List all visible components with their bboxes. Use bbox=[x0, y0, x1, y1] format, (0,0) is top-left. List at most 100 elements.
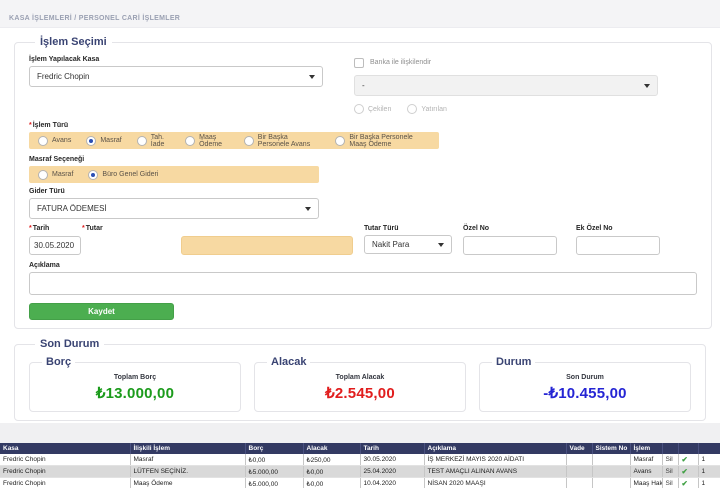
masraf-secenegi-radio-group: Masraf Büro Genel Gideri bbox=[29, 166, 319, 183]
table-row: Fredric Chopin Masraf ₺0,00 ₺250,00 30.0… bbox=[0, 454, 720, 466]
header-islem[interactable]: İşlem bbox=[630, 443, 662, 454]
toplam-borc-label: Toplam Borç bbox=[38, 374, 232, 381]
header-sistem-no[interactable]: Sistem No bbox=[592, 443, 630, 454]
chevron-down-icon bbox=[438, 243, 444, 247]
radio-cekilen[interactable]: Çekilen bbox=[354, 104, 391, 114]
header-borc[interactable]: Borç bbox=[245, 443, 303, 454]
radio-masraf[interactable]: Masraf bbox=[86, 136, 121, 146]
table-header-row: Kasa İlişkili İşlem Borç Alacak Tarih Aç… bbox=[0, 443, 720, 454]
radio-icon bbox=[137, 136, 147, 146]
ek-ozel-no-field: Ek Özel No bbox=[576, 225, 660, 255]
borc-card: Borç Toplam Borç ₺13.000,00 bbox=[29, 356, 241, 412]
delete-link[interactable]: Sil bbox=[662, 454, 678, 466]
ozel-no-input[interactable] bbox=[463, 236, 557, 255]
radio-buro-genel-gideri[interactable]: Büro Genel Gideri bbox=[88, 170, 158, 180]
chevron-down-icon bbox=[305, 207, 311, 211]
tarih-field: *Tarih bbox=[29, 225, 81, 255]
radio-yatirilan-label: Yatırılan bbox=[421, 106, 447, 113]
toplam-alacak-label: Toplam Alacak bbox=[263, 374, 457, 381]
banka-checkbox[interactable] bbox=[354, 58, 364, 68]
radio-icon bbox=[244, 136, 254, 146]
header-iliskili-islem[interactable]: İlişkili İşlem bbox=[130, 443, 245, 454]
header-aciklama[interactable]: Açıklama bbox=[424, 443, 566, 454]
header-vade[interactable]: Vade bbox=[566, 443, 592, 454]
banka-checkbox-row[interactable]: Banka ile ilişkilendir bbox=[354, 56, 658, 69]
aciklama-label: Açıklama bbox=[29, 262, 697, 269]
table-row: Fredric Chopin Maaş Ödeme ₺5.000,00 ₺0,0… bbox=[0, 478, 720, 488]
cell-alacak: ₺0,00 bbox=[303, 478, 360, 488]
delete-link[interactable]: Sil bbox=[662, 478, 678, 488]
son-durum-value: -₺10.455,00 bbox=[488, 384, 682, 402]
save-button[interactable]: Kaydet bbox=[29, 303, 174, 320]
radio-baska-personele-avans[interactable]: Bir Başka Personele Avans bbox=[244, 134, 321, 148]
header-tarih[interactable]: Tarih bbox=[360, 443, 424, 454]
tutar-input[interactable] bbox=[181, 236, 353, 255]
ek-ozel-no-input[interactable] bbox=[576, 236, 660, 255]
ozel-no-field: Özel No bbox=[463, 225, 557, 255]
kasa-select[interactable]: Fredric Chopin bbox=[29, 66, 323, 87]
islem-turu-radio-group: Avans Masraf Tah. İade Maaş Ödeme Bir Ba… bbox=[29, 132, 439, 149]
gider-turu-value: FATURA ÖDEMESİ bbox=[37, 204, 107, 213]
masraf-secenegi-label: Masraf Seçeneği bbox=[29, 156, 697, 163]
delete-link[interactable]: Sil bbox=[662, 466, 678, 478]
toplam-borc-value: ₺13.000,00 bbox=[38, 384, 232, 402]
table-row: Fredric Chopin LÜTFEN SEÇİNİZ. ₺5.000,00… bbox=[0, 466, 720, 478]
durum-card-title: Durum bbox=[492, 356, 535, 368]
alacak-card-title: Alacak bbox=[267, 356, 310, 368]
son-durum-label: Son Durum bbox=[488, 374, 682, 381]
cell-kasa: Fredric Chopin bbox=[0, 478, 130, 488]
cell-extra: 1 bbox=[698, 478, 720, 488]
tarih-input[interactable] bbox=[29, 236, 81, 255]
cell-islem: Masraf bbox=[630, 454, 662, 466]
radio-cekilen-label: Çekilen bbox=[368, 106, 391, 113]
tutar-turu-label: Tutar Türü bbox=[364, 225, 452, 232]
radio-selected-icon bbox=[88, 170, 98, 180]
islem-secimi-title: İşlem Seçimi bbox=[35, 36, 112, 48]
kasa-label: İşlem Yapılacak Kasa bbox=[29, 56, 323, 63]
radio-yatirilan[interactable]: Yatırılan bbox=[407, 104, 447, 114]
radio-masraf-option[interactable]: Masraf bbox=[38, 170, 73, 180]
islem-turu-label: *İşlem Türü bbox=[29, 122, 697, 129]
header-alacak[interactable]: Alacak bbox=[303, 443, 360, 454]
banka-checkbox-label: Banka ile ilişkilendir bbox=[370, 59, 431, 66]
radio-icon bbox=[38, 136, 48, 146]
islem-secimi-section: İşlem Seçimi İşlem Yapılacak Kasa Fredri… bbox=[14, 36, 712, 329]
radio-selected-icon bbox=[86, 136, 96, 146]
banka-select-value: - bbox=[362, 81, 365, 90]
check-icon[interactable]: ✔ bbox=[682, 455, 688, 464]
check-icon[interactable]: ✔ bbox=[682, 479, 688, 488]
check-icon[interactable]: ✔ bbox=[682, 467, 688, 476]
cell-sistem-no bbox=[592, 466, 630, 478]
radio-icon bbox=[335, 136, 345, 146]
banka-select[interactable]: - bbox=[354, 75, 658, 96]
cell-borc: ₺5.000,00 bbox=[245, 466, 303, 478]
radio-baska-personele-maas[interactable]: Bir Başka Personele Maaş Ödeme bbox=[335, 134, 430, 148]
cell-tarih: 10.04.2020 bbox=[360, 478, 424, 488]
header-extra bbox=[698, 443, 720, 454]
cell-alacak: ₺0,00 bbox=[303, 466, 360, 478]
radio-tah-iade[interactable]: Tah. İade bbox=[137, 134, 170, 148]
breadcrumb: KASA İŞLEMLERİ / PERSONEL CARİ İŞLEMLER bbox=[9, 15, 180, 22]
radio-maas-odeme[interactable]: Maaş Ödeme bbox=[185, 134, 229, 148]
cell-borc: ₺5.000,00 bbox=[245, 478, 303, 488]
cell-alacak: ₺250,00 bbox=[303, 454, 360, 466]
toplam-alacak-value: ₺2.545,00 bbox=[263, 384, 457, 402]
cell-iliskili-islem: Masraf bbox=[130, 454, 245, 466]
cell-aciklama: NİSAN 2020 MAAŞI bbox=[424, 478, 566, 488]
cell-islem: Maaş Hak. bbox=[630, 478, 662, 488]
cell-aciklama: İŞ MERKEZİ MAYIS 2020 AİDATI bbox=[424, 454, 566, 466]
header-kasa[interactable]: Kasa bbox=[0, 443, 130, 454]
cell-kasa: Fredric Chopin bbox=[0, 466, 130, 478]
main-content: İşlem Seçimi İşlem Yapılacak Kasa Fredri… bbox=[0, 28, 720, 423]
cell-sistem-no bbox=[592, 454, 630, 466]
cell-kasa: Fredric Chopin bbox=[0, 454, 130, 466]
gider-turu-select[interactable]: FATURA ÖDEMESİ bbox=[29, 198, 319, 219]
aciklama-textarea[interactable] bbox=[29, 272, 697, 295]
alacak-card: Alacak Toplam Alacak ₺2.545,00 bbox=[254, 356, 466, 412]
tutar-turu-select[interactable]: Nakit Para bbox=[364, 235, 452, 254]
tutar-label: *Tutar bbox=[82, 225, 103, 232]
header-sil bbox=[662, 443, 678, 454]
cell-tarih: 25.04.2020 bbox=[360, 466, 424, 478]
radio-avans[interactable]: Avans bbox=[38, 136, 71, 146]
cell-islem: Avans bbox=[630, 466, 662, 478]
